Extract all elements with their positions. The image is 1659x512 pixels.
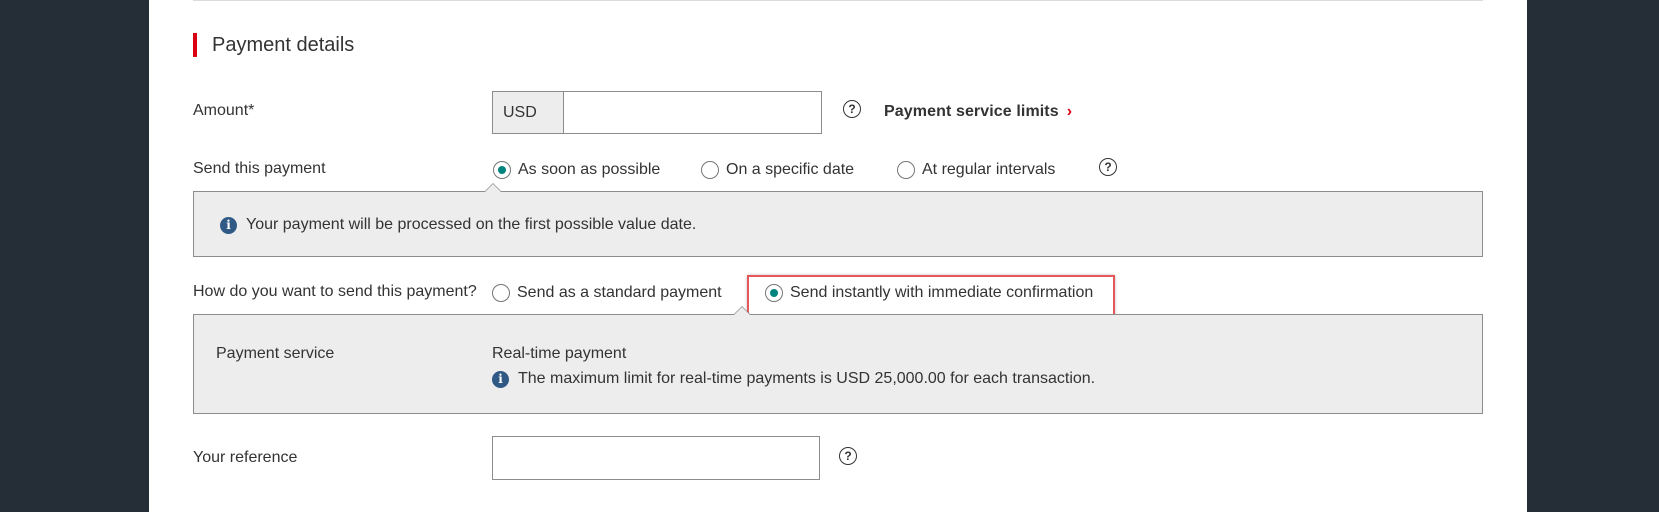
payment-service-limits-link[interactable]: Payment service limits › — [884, 102, 1072, 122]
timing-info-panel: i Your payment will be processed on the … — [193, 183, 1483, 257]
reference-label: Your reference — [193, 449, 298, 466]
radio-circle[interactable] — [492, 284, 510, 302]
amount-field: USD — [492, 91, 822, 134]
timing-info-text: Your payment will be processed on the fi… — [246, 216, 697, 233]
radio-circle[interactable] — [897, 161, 915, 179]
reference-help-icon[interactable]: ? — [839, 447, 857, 465]
radio-label: At regular intervals — [922, 161, 1056, 178]
payment-service-limits-label: Payment service limits — [884, 103, 1059, 120]
info-icon: i — [220, 216, 237, 234]
radio-circle[interactable] — [701, 161, 719, 179]
radio-label: Send instantly with immediate confirmati… — [790, 284, 1094, 301]
payment-service-label: Payment service — [216, 345, 335, 362]
amount-help-icon[interactable]: ? — [843, 100, 861, 118]
top-divider — [193, 0, 1483, 1]
reference-input[interactable] — [492, 436, 820, 480]
radio-standard-payment[interactable]: Send as a standard payment — [492, 283, 722, 303]
payment-service-panel: Payment service Real-time payment i The … — [193, 306, 1483, 414]
radio-regular-intervals[interactable]: At regular intervals — [897, 160, 1055, 180]
send-timing-label: Send this payment — [193, 160, 326, 177]
payment-form-page: Payment details Amount* USD ? Payment se… — [149, 0, 1527, 512]
panel-notch — [484, 183, 502, 192]
radio-instant-payment[interactable]: Send instantly with immediate confirmati… — [765, 283, 1093, 303]
radio-label: On a specific date — [726, 161, 855, 178]
payment-service-value: Real-time payment — [492, 345, 627, 362]
panel-notch — [733, 306, 751, 315]
send-timing-help-icon[interactable]: ? — [1099, 158, 1117, 176]
limit-info-text: The maximum limit for real-time payments… — [518, 370, 1096, 387]
radio-circle-checked[interactable] — [493, 161, 511, 179]
radio-label: As soon as possible — [518, 161, 661, 178]
currency-code: USD — [493, 92, 564, 133]
timing-info-row: i Your payment will be processed on the … — [220, 216, 696, 234]
chevron-right-icon: › — [1066, 103, 1073, 120]
amount-label: Amount* — [193, 102, 255, 119]
radio-label: Send as a standard payment — [517, 284, 722, 301]
section-title: Payment details — [193, 33, 354, 57]
radio-specific-date[interactable]: On a specific date — [701, 160, 854, 180]
radio-as-soon-as-possible[interactable]: As soon as possible — [493, 160, 660, 180]
info-icon: i — [492, 370, 509, 388]
send-method-label: How do you want to send this payment? — [193, 283, 477, 300]
amount-input[interactable] — [564, 92, 821, 133]
radio-circle-checked[interactable] — [765, 284, 783, 302]
limit-info-row: i The maximum limit for real-time paymen… — [492, 370, 1095, 388]
